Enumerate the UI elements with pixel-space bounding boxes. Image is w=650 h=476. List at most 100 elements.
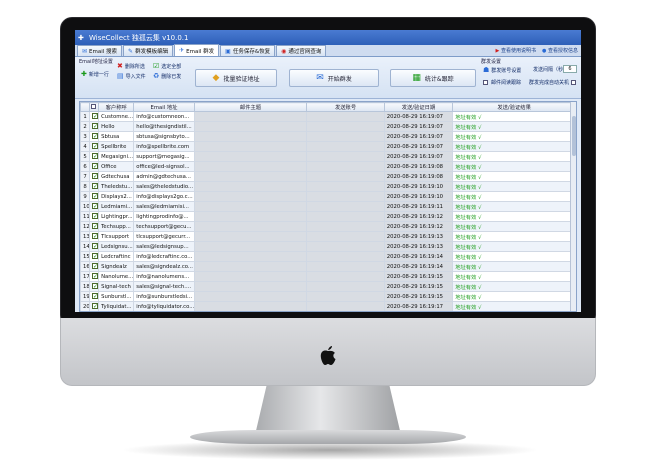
row-result: 地址有效 √: [452, 161, 576, 172]
row-checkbox[interactable]: ✓: [89, 201, 100, 212]
row-subject: [193, 241, 308, 252]
row-name: Tyliquidat...: [98, 301, 135, 311]
row-date: 2020-08-29 16:19:17: [383, 301, 454, 311]
tab-template-edit[interactable]: ✎ 群发模板编辑: [123, 45, 174, 56]
tab-email-search[interactable]: ✉ Email 搜索: [77, 45, 123, 56]
verify-addresses-button[interactable]: ◆ 批量验证地址: [195, 69, 277, 87]
row-checkbox[interactable]: ✓: [89, 181, 100, 192]
table-row[interactable]: 7 ✓ Gdtechusa admin@gdtechusa... 2020-08-29 …: [80, 171, 576, 182]
row-checkbox[interactable]: ✓: [89, 301, 100, 311]
stats-label: 统计&跟踪: [424, 75, 454, 83]
table-row[interactable]: 14 ✓ Ledsignsu... sales@ledsignsup... 2020-0…: [80, 241, 576, 252]
table-row[interactable]: 9 ✓ Displays2... info@displays2go.c... 2020-…: [80, 191, 576, 202]
row-checkbox[interactable]: ✓: [89, 241, 100, 252]
apple-logo-icon: [320, 346, 336, 365]
new-row-button[interactable]: ✚ 新增一行: [81, 70, 109, 78]
table-row[interactable]: 13 ✓ Tlcsupport tlcsupport@gecurr... 2020-08…: [80, 231, 576, 242]
row-checkbox[interactable]: ✓: [89, 251, 100, 262]
send-group-title: 群发设置: [481, 59, 502, 65]
row-checkbox[interactable]: ✓: [89, 131, 100, 142]
row-checkbox[interactable]: ✓: [89, 191, 100, 202]
table-row[interactable]: 15 ✓ Ledcraftinc info@ledcraftinc.co... 2020…: [80, 251, 576, 262]
mail-icon: ✉: [316, 73, 324, 83]
table-row[interactable]: 18 ✓ Signal-tech sales@signal-tech.... 2020-…: [80, 281, 576, 292]
row-checkbox[interactable]: ✓: [89, 141, 100, 152]
row-number: 15: [80, 251, 91, 262]
col-header-subject[interactable]: 邮件主题: [193, 102, 308, 112]
row-email: sales@signdealz.co...: [133, 261, 195, 272]
select-all-label: 选定全部: [161, 63, 182, 70]
table-row[interactable]: 17 ✓ Nanolume... info@nanolumens... 2020-08-…: [80, 271, 576, 282]
scrollbar-thumb[interactable]: [572, 116, 576, 156]
table-row[interactable]: 10 ✓ Ledmiami... sales@ledmiamisi... 2020-08…: [80, 201, 576, 212]
row-email: office@led-signsol...: [133, 161, 195, 172]
row-checkbox[interactable]: ✓: [89, 271, 100, 282]
col-header-result[interactable]: 发送/验证结果: [452, 102, 576, 112]
table-row[interactable]: 1 ✓ Customne... info@customneon... 2020-08-2…: [80, 111, 576, 122]
table-row[interactable]: 8 ✓ Theledstu... sales@theledstudio... 2020-…: [80, 181, 576, 192]
table-row[interactable]: 2 ✓ Hello hello@thesigndistil... 2020-08-29 …: [80, 121, 576, 132]
table-row[interactable]: 19 ✓ Sunburstl... info@sunburstledsi... 2020…: [80, 291, 576, 302]
help-link-label: 查看使用说明书: [501, 48, 537, 54]
row-checkbox[interactable]: ✓: [89, 171, 100, 182]
table-row[interactable]: 11 ✓ Lightingpr... lightingprodinfo@... 2020…: [80, 211, 576, 222]
row-number: 10: [80, 201, 91, 212]
row-checkbox[interactable]: ✓: [89, 121, 100, 132]
row-email: sales@signal-tech....: [133, 281, 195, 292]
checkmark-icon: ✓: [92, 223, 99, 230]
table-row[interactable]: 3 ✓ Sbtusa sbtusa@signsbyto... 2020-08-29 16…: [80, 131, 576, 142]
table-row[interactable]: 16 ✓ Signdealz sales@signdealz.co... 2020-08…: [80, 261, 576, 272]
tab-email-send[interactable]: ✈ Email 群发: [174, 44, 220, 56]
shutdown-checkbox[interactable]: 群发完成自动关机: [529, 79, 577, 86]
tab-official-site[interactable]: ◉ 通过官网查询: [276, 45, 327, 56]
row-number: 17: [80, 271, 91, 282]
row-checkbox[interactable]: ✓: [89, 261, 100, 272]
row-account: [306, 201, 385, 212]
col-header-name[interactable]: 客户称呼: [98, 102, 135, 112]
help-link[interactable]: ▶ 查看使用说明书: [496, 47, 536, 54]
clear-sent-button[interactable]: ♻ 删除已发: [153, 72, 181, 80]
checkbox-icon: [91, 104, 97, 109]
interval-input[interactable]: 6: [563, 65, 577, 73]
row-subject: [193, 201, 308, 212]
row-name: Spellbrite: [98, 141, 135, 152]
col-header-check[interactable]: [89, 102, 100, 112]
row-checkbox[interactable]: ✓: [89, 111, 100, 122]
start-send-button[interactable]: ✉ 开始群发: [289, 69, 379, 87]
checkbox-icon: ☑: [153, 62, 160, 70]
vertical-scrollbar[interactable]: [570, 102, 576, 311]
delete-selected-button[interactable]: ✖ 删除所选: [117, 62, 145, 70]
import-file-button[interactable]: ▤ 导入文件: [117, 72, 146, 80]
row-checkbox[interactable]: ✓: [89, 161, 100, 172]
stats-button[interactable]: ▦ 统计&跟踪: [390, 69, 476, 87]
account-settings-button[interactable]: ☗ 群发账号设置: [483, 66, 521, 74]
table-row[interactable]: 6 ✓ Office office@led-signsol... 2020-08-29 …: [80, 161, 576, 172]
row-checkbox[interactable]: ✓: [89, 221, 100, 232]
row-checkbox[interactable]: ✓: [89, 281, 100, 292]
row-date: 2020-08-29 16:19:11: [383, 201, 454, 212]
row-checkbox[interactable]: ✓: [89, 151, 100, 162]
table-row[interactable]: 5 ✓ Megasigni... support@megasig... 2020-08-…: [80, 151, 576, 162]
start-send-label: 开始群发: [327, 75, 352, 83]
tab-label: Email 群发: [186, 48, 215, 55]
track-open-checkbox[interactable]: 邮件阅读跟踪: [483, 79, 521, 86]
col-header-index: [80, 102, 91, 112]
row-name: Techsupp...: [98, 221, 135, 232]
row-checkbox[interactable]: ✓: [89, 211, 100, 222]
table-row[interactable]: 12 ✓ Techsupp... techsupport@gecu... 2020-08…: [80, 221, 576, 232]
checkmark-icon: ✓: [92, 283, 99, 290]
col-header-date[interactable]: 发送/验证日期: [383, 102, 454, 112]
row-checkbox[interactable]: ✓: [89, 291, 100, 302]
table-row[interactable]: 20 ✓ Tyliquidat... info@tyliquidator.co... 2…: [80, 301, 576, 311]
col-header-email[interactable]: Email 地址: [133, 102, 195, 112]
col-header-account[interactable]: 发送账号: [306, 102, 385, 112]
row-date: 2020-08-29 16:19:14: [383, 251, 454, 262]
checkmark-icon: ✓: [92, 203, 99, 210]
table-row[interactable]: 4 ✓ Spellbrite info@spellbrite.com 2020-08-2…: [80, 141, 576, 152]
license-link[interactable]: ● 查看授权信息: [542, 47, 578, 54]
row-checkbox[interactable]: ✓: [89, 231, 100, 242]
tab-task-save[interactable]: ▣ 任务保存&恢复: [220, 45, 276, 56]
row-account: [306, 171, 385, 182]
row-result: 地址有效 √: [452, 211, 576, 222]
select-all-button[interactable]: ☑ 选定全部: [153, 62, 181, 70]
